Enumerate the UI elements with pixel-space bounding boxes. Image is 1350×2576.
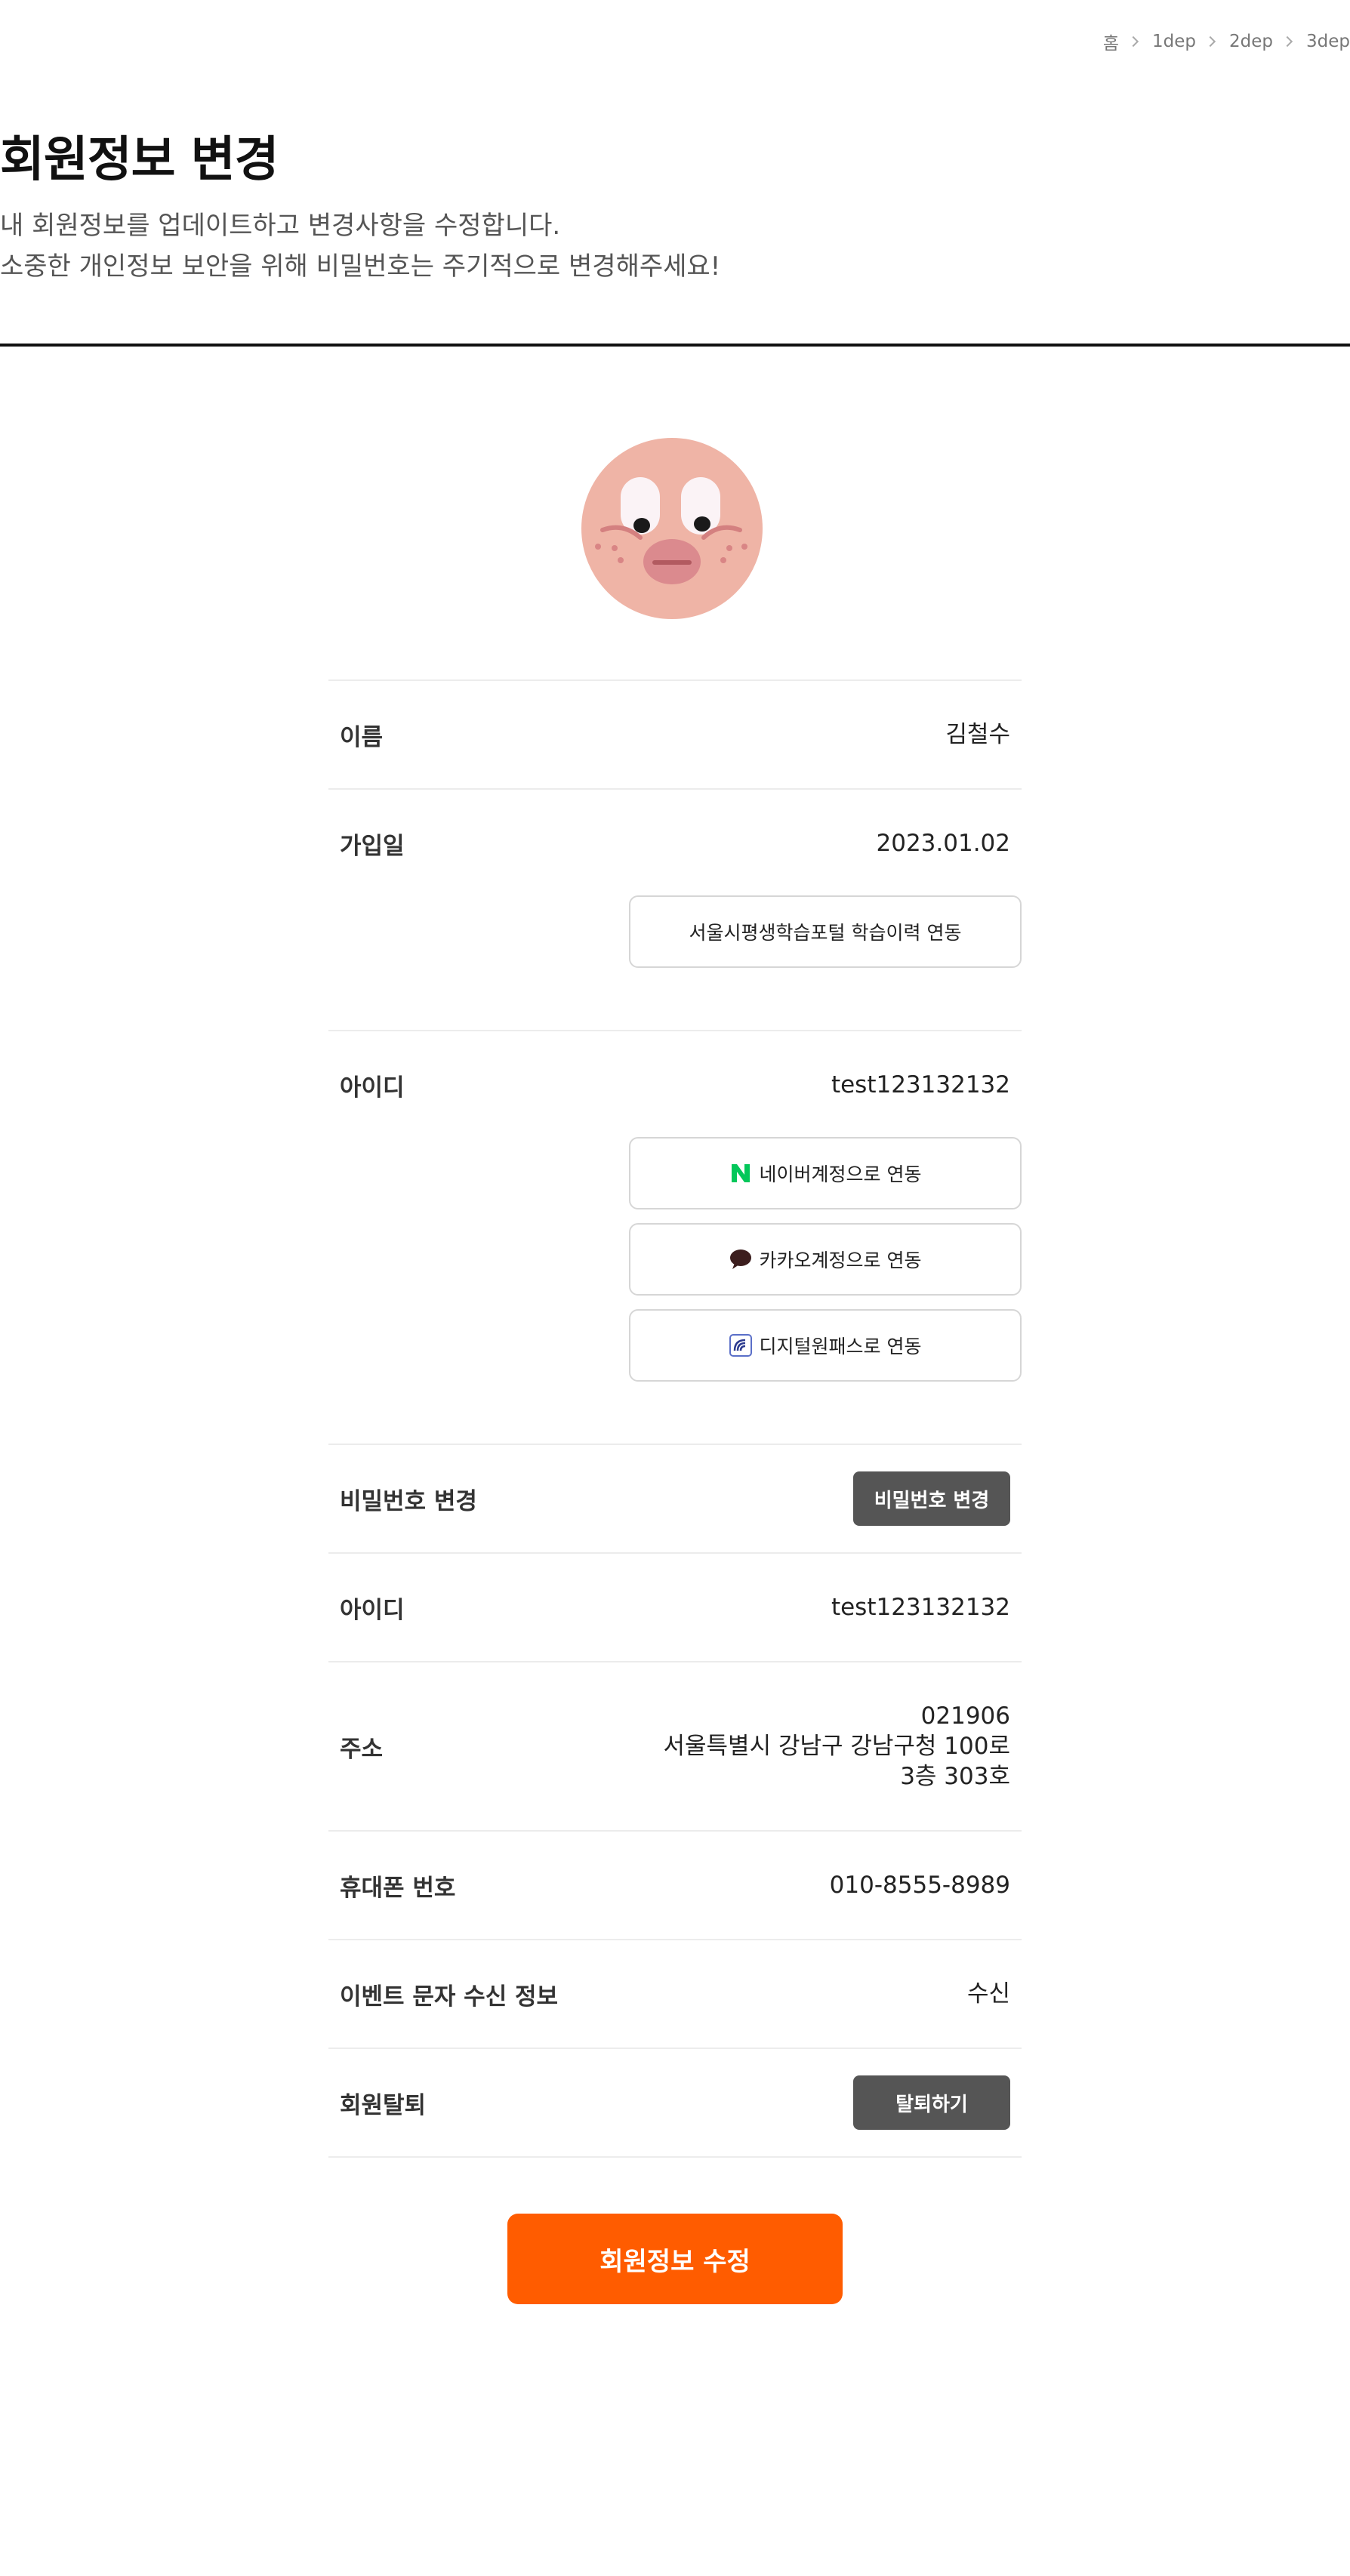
chevron-right-icon	[1127, 35, 1139, 48]
id-2-label: 아이디	[340, 1596, 405, 1624]
page-title: 회원정보 변경	[0, 132, 279, 188]
title-divider	[0, 344, 1350, 347]
naver-link-label: 네이버계정으로 연동	[759, 1163, 922, 1185]
kakao-link-button[interactable]: 카카오계정으로 연동	[629, 1223, 1022, 1296]
page-description: 내 회원정보를 업데이트하고 변경사항을 수정합니다. 소중한 개인정보 보안을…	[0, 205, 720, 287]
address-value: 021906 서울특별시 강남구 강남구청 100로 3층 303호	[664, 1701, 1011, 1792]
id-value: test123132132	[831, 1071, 1010, 1098]
chevron-right-icon	[1204, 35, 1216, 48]
update-member-info-button[interactable]: 회원정보 수정	[507, 2214, 843, 2304]
row-id-2: 아이디 test123132132	[328, 1552, 1022, 1661]
name-value: 김철수	[945, 721, 1010, 748]
withdraw-label: 회원탈퇴	[340, 2091, 427, 2119]
breadcrumb: 홈 1dep 2dep 3dep	[1103, 29, 1350, 54]
breadcrumb-item-2[interactable]: 2dep	[1229, 32, 1273, 51]
avatar	[581, 438, 763, 619]
page-description-line-2: 소중한 개인정보 보안을 위해 비밀번호는 주기적으로 변경해주세요!	[0, 251, 721, 282]
join-date-value: 2023.01.02	[876, 830, 1011, 857]
sms-consent-value: 수신	[966, 1980, 1010, 2007]
name-label: 이름	[340, 723, 384, 751]
withdraw-button[interactable]: 탈퇴하기	[853, 2075, 1010, 2130]
portal-link-button[interactable]: 서울시평생학습포털 학습이력 연동	[629, 895, 1022, 968]
password-label: 비밀번호 변경	[340, 1487, 477, 1515]
naver-link-button[interactable]: 네이버계정으로 연동	[629, 1137, 1022, 1209]
row-password: 비밀번호 변경 비밀번호 변경	[328, 1444, 1022, 1552]
member-info-table: 이름 김철수 가입일 2023.01.02 서울시평생학습포털 학습이력 연동 …	[328, 679, 1022, 2158]
sms-consent-label: 이벤트 문자 수신 정보	[340, 1983, 559, 2011]
breadcrumb-item-3[interactable]: 3dep	[1306, 32, 1350, 51]
digital-onepass-icon	[729, 1334, 752, 1357]
id-2-value: test123132132	[831, 1594, 1010, 1621]
address-line-2: 3층 303호	[900, 1763, 1010, 1790]
change-password-button[interactable]: 비밀번호 변경	[853, 1471, 1010, 1526]
breadcrumb-home[interactable]: 홈	[1103, 29, 1119, 54]
digital-onepass-link-label: 디지털원패스로 연동	[759, 1336, 922, 1357]
kakao-link-label: 카카오계정으로 연동	[759, 1249, 922, 1271]
row-sms-consent: 이벤트 문자 수신 정보 수신	[328, 1939, 1022, 2048]
address-label: 주소	[340, 1735, 384, 1763]
address-zip: 021906	[920, 1702, 1010, 1730]
row-withdraw: 회원탈퇴 탈퇴하기	[328, 2048, 1022, 2158]
chevron-right-icon	[1281, 35, 1293, 48]
address-line-1: 서울특별시 강남구 강남구청 100로	[663, 1733, 1011, 1760]
phone-value: 010-8555-8989	[829, 1872, 1010, 1899]
phone-label: 휴대폰 번호	[340, 1874, 456, 1902]
naver-n-icon	[729, 1162, 752, 1185]
digital-onepass-link-button[interactable]: 디지털원패스로 연동	[629, 1309, 1022, 1382]
portal-link-label: 서울시평생학습포털 학습이력 연동	[689, 922, 962, 944]
profile-character-icon	[581, 438, 763, 619]
join-date-label: 가입일	[340, 832, 405, 860]
breadcrumb-item-1[interactable]: 1dep	[1152, 32, 1196, 51]
row-phone: 휴대폰 번호 010-8555-8989	[328, 1830, 1022, 1939]
row-address: 주소 021906 서울특별시 강남구 강남구청 100로 3층 303호	[328, 1661, 1022, 1830]
row-id: 아이디 test123132132 네이버계정으로 연동 카카오계정으로 연동	[328, 1030, 1022, 1444]
id-label: 아이디	[340, 1074, 405, 1102]
kakao-talk-icon	[729, 1248, 752, 1271]
page-description-line-1: 내 회원정보를 업데이트하고 변경사항을 수정합니다.	[0, 211, 561, 241]
row-name: 이름 김철수	[328, 679, 1022, 788]
row-join-date: 가입일 2023.01.02 서울시평생학습포털 학습이력 연동	[328, 788, 1022, 1030]
